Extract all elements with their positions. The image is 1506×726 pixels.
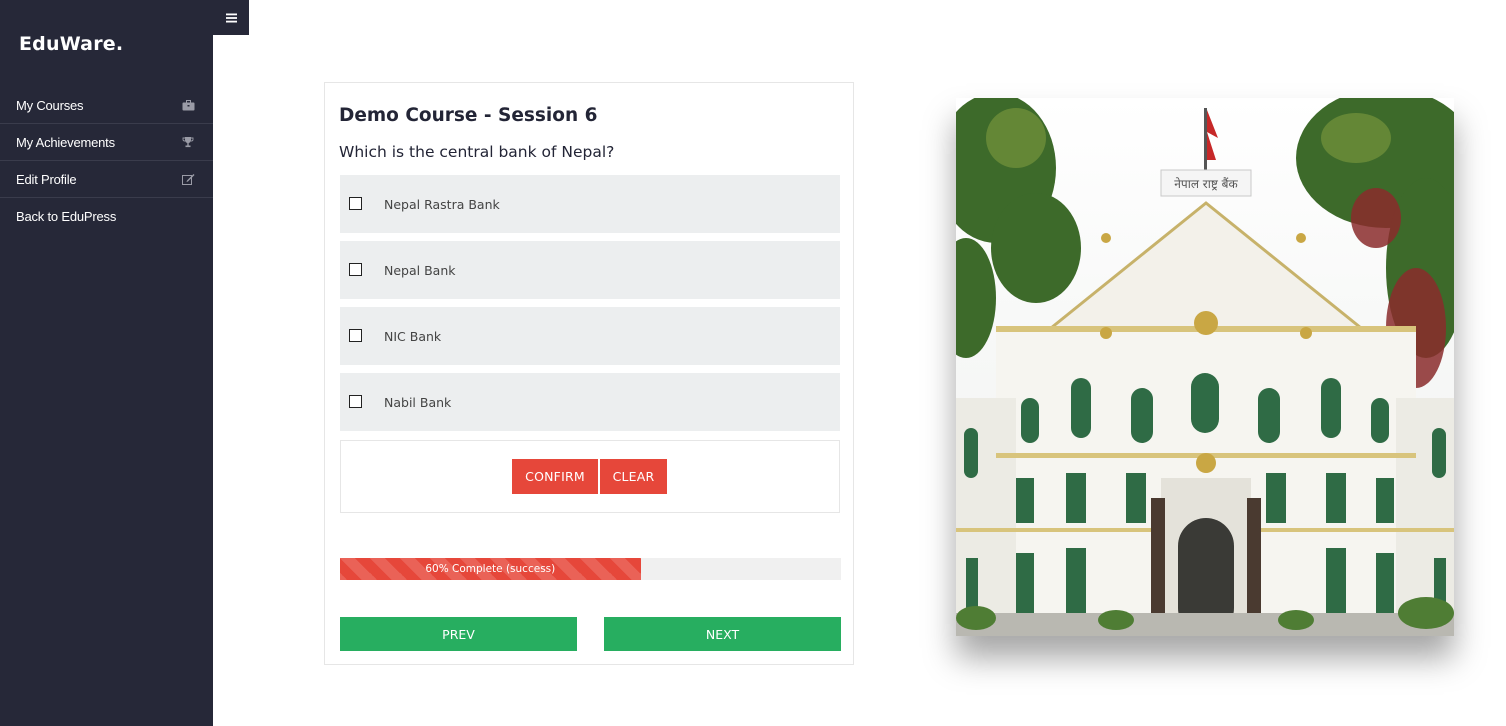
briefcase-icon xyxy=(181,99,195,111)
prev-button[interactable]: PREV xyxy=(340,617,577,651)
next-button[interactable]: NEXT xyxy=(604,617,841,651)
session-title: Demo Course - Session 6 xyxy=(339,105,598,126)
progress-bar: 60% Complete (success) xyxy=(340,558,841,580)
brand-logo[interactable]: EduWare. xyxy=(19,33,123,55)
answer-checkbox[interactable] xyxy=(349,197,362,210)
trophy-icon xyxy=(181,136,195,148)
answer-label: NIC Bank xyxy=(384,329,442,344)
answer-checkbox[interactable] xyxy=(349,395,362,408)
sidebar-item-label: My Courses xyxy=(16,97,84,113)
sidebar-nav: My Courses My Achievements Edit Profile … xyxy=(0,87,213,235)
answer-option[interactable]: Nepal Rastra Bank xyxy=(340,175,840,233)
answer-option[interactable]: Nepal Bank xyxy=(340,241,840,299)
sidebar: EduWare. My Courses My Achievements Edit… xyxy=(0,0,213,726)
sidebar-toggle-button[interactable] xyxy=(213,0,249,35)
question-text: Which is the central bank of Nepal? xyxy=(339,143,615,161)
answer-option[interactable]: NIC Bank xyxy=(340,307,840,365)
sidebar-item-edit-profile[interactable]: Edit Profile xyxy=(0,161,213,198)
sidebar-item-back-to-edupress[interactable]: Back to EduPress xyxy=(0,198,213,235)
sidebar-item-my-achievements[interactable]: My Achievements xyxy=(0,124,213,161)
building-sign-text: नेपाल राष्ट्र बैंक xyxy=(1174,177,1238,191)
progress-fill: 60% Complete (success) xyxy=(340,558,641,580)
edit-icon xyxy=(181,173,195,185)
answer-actions: CONFIRM CLEAR xyxy=(340,440,840,513)
sidebar-item-label: Edit Profile xyxy=(16,171,77,187)
answer-checkbox[interactable] xyxy=(349,263,362,276)
answer-checkbox[interactable] xyxy=(349,329,362,342)
sidebar-item-label: Back to EduPress xyxy=(16,209,117,224)
clear-button[interactable]: CLEAR xyxy=(600,459,667,494)
answer-label: Nepal Bank xyxy=(384,263,456,278)
answer-label: Nepal Rastra Bank xyxy=(384,197,500,212)
progress-label: 60% Complete (success) xyxy=(425,563,556,575)
nepal-rastra-bank-building-image: नेपाल राष्ट्र बैंक xyxy=(956,98,1454,636)
question-image: नेपाल राष्ट्र बैंक xyxy=(956,98,1454,636)
sidebar-item-label: My Achievements xyxy=(16,134,115,150)
answer-label: Nabil Bank xyxy=(384,395,452,410)
answer-option[interactable]: Nabil Bank xyxy=(340,373,840,431)
confirm-button[interactable]: CONFIRM xyxy=(512,459,598,494)
sidebar-item-my-courses[interactable]: My Courses xyxy=(0,87,213,124)
hamburger-menu-icon xyxy=(225,13,237,22)
quiz-card: Demo Course - Session 6 Which is the cen… xyxy=(324,82,854,665)
